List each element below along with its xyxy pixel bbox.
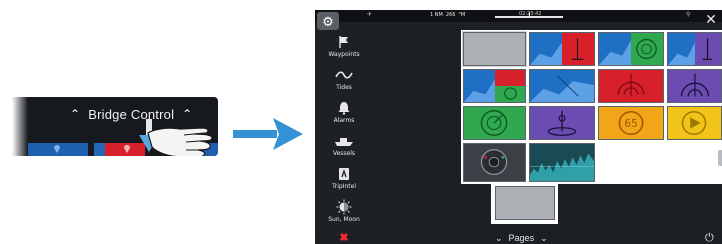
power-icon: ⏻	[705, 232, 714, 244]
panel-edge-tab[interactable]	[718, 150, 722, 166]
arrow-right-icon	[233, 118, 303, 150]
page-tile-new[interactable]	[495, 186, 555, 220]
chevron-up-icon: ⌃	[70, 107, 81, 121]
sidebar-item-vessels[interactable]: Vessels	[315, 133, 373, 165]
exit-icon: ✖	[339, 232, 349, 244]
wave-icon	[334, 67, 354, 83]
gear-icon: ⚙	[322, 13, 334, 29]
tripintel-icon	[334, 166, 354, 182]
sidebar-item-waypoints[interactable]: Waypoints	[315, 34, 373, 66]
sidebar-item-label: Sun, Moon	[328, 216, 360, 223]
sidebar-item-label: Tides	[336, 84, 352, 91]
sidebar-item-label: Vessels	[332, 150, 356, 157]
page-tile-chart-sonar[interactable]	[529, 32, 595, 66]
page-tile-chart[interactable]	[529, 69, 595, 103]
speed-value: 266	[445, 12, 456, 18]
distance-value: 1 NM	[430, 12, 443, 18]
page-tile-instruments[interactable]: 65	[598, 106, 664, 140]
svg-text:65: 65	[624, 118, 638, 130]
status-readout: 1 NM 266 °M	[430, 12, 465, 18]
power-button[interactable]: ⏻	[705, 232, 714, 244]
page-tile-chart-radar[interactable]	[598, 32, 664, 66]
sidebar-item-tripintel[interactable]: TripIntel	[315, 166, 373, 198]
exit-button[interactable]: ✖	[315, 232, 373, 244]
pages-label: Pages	[508, 233, 535, 243]
sidebar-item-label: TripIntel	[331, 183, 356, 190]
page-tile-video[interactable]	[463, 143, 526, 182]
signal-icon: ✈	[367, 12, 373, 18]
sidebar-item-sun-moon[interactable]: Sun, Moon	[315, 199, 373, 231]
chevron-down-icon: ⌄	[540, 233, 548, 243]
page-tile-chart-sonar-radar[interactable]	[463, 69, 526, 103]
pages-button[interactable]: ⌄ Pages ⌄	[495, 233, 548, 244]
bell-icon	[334, 100, 354, 116]
pin-icon	[124, 145, 130, 153]
ship-icon	[334, 133, 354, 149]
page-tile-media[interactable]	[667, 106, 722, 140]
page-tile-sonar[interactable]	[598, 69, 664, 103]
unit-label: °M	[458, 12, 466, 18]
sidebar-item-tides[interactable]: Tides	[315, 67, 373, 99]
sidebar-item-label: Alarms	[333, 117, 355, 124]
gps-icon: ⚲	[686, 12, 691, 18]
bridge-control-bar[interactable]: ⌃ Bridge Control ⌃	[12, 97, 218, 156]
page-tile-structure[interactable]	[667, 69, 722, 103]
status-tick	[529, 12, 530, 18]
page-tile-blank[interactable]	[462, 31, 527, 67]
page-tile-radar[interactable]	[463, 106, 526, 140]
settings-button[interactable]: ⚙	[317, 12, 339, 30]
sidebar-item-alarms[interactable]: Alarms	[315, 100, 373, 132]
page-tile-sonar-history[interactable]	[529, 143, 595, 182]
sidebar-item-label: Waypoints	[328, 51, 360, 58]
sun-moon-icon	[334, 199, 354, 215]
page-tile-downscan[interactable]	[529, 106, 595, 140]
flag-icon	[334, 34, 354, 50]
page-tile-chart-structure[interactable]	[667, 32, 722, 66]
hand-gesture-icon	[147, 127, 213, 156]
chevron-down-icon: ⌄	[495, 233, 503, 243]
device-screen: ⚙ ✈ 1 NM 266 °M 02:23:42 ⚲ ✕ Waypoints T…	[315, 10, 722, 244]
close-icon: ✕	[705, 11, 717, 27]
sidebar: Waypoints Tides Alarms Vessels TripIntel	[315, 30, 373, 234]
waypoint-pin-icon	[54, 145, 60, 153]
close-button[interactable]: ✕	[704, 11, 718, 27]
